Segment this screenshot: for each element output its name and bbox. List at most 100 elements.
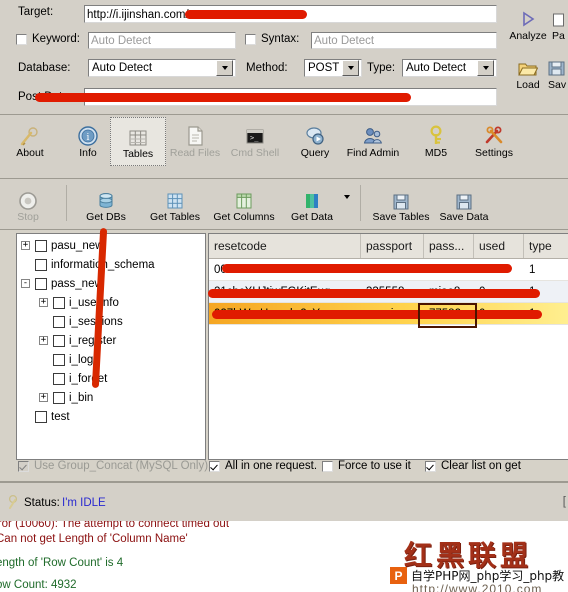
load-button[interactable]: Load — [505, 57, 551, 91]
tree-node-checkbox[interactable] — [53, 372, 65, 385]
option-all-in-one-request[interactable]: All in one request. — [209, 460, 317, 472]
toolbar-item-info[interactable]: i Info — [60, 119, 116, 159]
action-get-columns[interactable]: Get Columns — [208, 183, 280, 223]
tree-node-checkbox[interactable] — [35, 410, 47, 423]
toolbar-item-settings[interactable]: Settings — [466, 119, 522, 159]
action-get-data[interactable]: Get Data — [282, 183, 342, 223]
info-icon: i — [60, 119, 116, 147]
target-label: Target: — [18, 6, 54, 18]
expand-icon[interactable]: + — [39, 336, 48, 345]
option-force-to-use-it[interactable]: Force to use it — [322, 460, 411, 472]
floppy-icon — [434, 183, 494, 211]
watermark: 红黑联盟 P 自学PHP网_php学习_php教 http://www.2010… — [390, 536, 566, 592]
database-tree[interactable]: +pasu_newinformation_schema-pass_new + i_u… — [16, 233, 206, 460]
toolbar-item-find-admin[interactable]: Find Admin — [345, 119, 401, 159]
tree-node[interactable]: information_schema — [17, 255, 205, 274]
tree-node-checkbox[interactable] — [53, 391, 65, 404]
paste-button[interactable]: Pa — [552, 8, 568, 42]
grid-column-header[interactable]: passport — [361, 234, 424, 258]
use-group-concat-checkbox[interactable] — [18, 460, 29, 472]
action-stop[interactable]: Stop — [2, 183, 54, 223]
document-icon — [167, 119, 223, 147]
analyze-button[interactable]: Analyze — [505, 8, 551, 42]
type-value: Auto Detect — [406, 62, 467, 74]
tree-node-checkbox[interactable] — [53, 315, 65, 328]
toolbar-item-query[interactable]: Query — [287, 119, 343, 159]
all-in-one-request-checkbox[interactable] — [209, 460, 220, 472]
action-label-get-data: Get Data — [290, 211, 334, 223]
keyword-checkbox[interactable] — [16, 33, 27, 45]
tree-node-label: test — [51, 410, 70, 423]
log-line: Can not get Length of 'Column Name' — [0, 533, 188, 545]
syntax-checkbox[interactable] — [245, 33, 256, 45]
action-save-tables[interactable]: Save Tables — [368, 183, 434, 223]
syntax-input[interactable]: Auto Detect — [311, 32, 497, 49]
expand-icon[interactable]: + — [21, 241, 30, 250]
havij-sql-tool-window: Target: http://i.ijinshan.com/r Keyword:… — [0, 0, 568, 592]
tree-node[interactable]: test — [17, 407, 205, 426]
tree-node[interactable]: i_log — [17, 350, 205, 369]
toolbar-item-read-files[interactable]: Read Files — [167, 119, 223, 159]
clear-list-on-get-checkbox[interactable] — [425, 460, 436, 472]
database-label: Database: — [18, 62, 71, 74]
chevron-down-icon[interactable] — [342, 60, 359, 76]
tree-node[interactable]: + i_register — [17, 331, 205, 350]
chevron-down-icon[interactable] — [216, 60, 233, 76]
stop-icon — [2, 183, 54, 211]
grid-header-row: resetcode passport pass... used type — [209, 234, 568, 259]
expand-icon[interactable]: + — [39, 393, 48, 402]
about-icon — [2, 119, 58, 147]
toolbar-item-cmd-shell[interactable]: >_ Cmd Shell — [227, 119, 283, 159]
tree-node[interactable]: + i_userinfo — [17, 293, 205, 312]
tree-node[interactable]: i_sessions — [17, 312, 205, 331]
force-to-use-it-checkbox[interactable] — [322, 460, 333, 472]
grid-column-header[interactable]: used — [474, 234, 524, 258]
action-save-data[interactable]: Save Data — [434, 183, 494, 223]
svg-text:i: i — [87, 133, 90, 143]
toolbar-item-tables[interactable]: Tables — [110, 117, 166, 166]
tree-node-checkbox[interactable] — [35, 239, 47, 252]
log-output[interactable]: rror (10060): The attempt to connect tim… — [0, 521, 568, 592]
grid-cell[interactable]: 1 — [524, 264, 568, 276]
collapse-icon[interactable]: - — [21, 279, 30, 288]
tree-node[interactable]: - pass_new — [17, 274, 205, 293]
type-select[interactable]: Auto Detect — [402, 59, 497, 77]
tree-node-label: i_log — [69, 353, 94, 366]
tree-node[interactable]: i_forget — [17, 369, 205, 388]
option-use-group-concat[interactable]: Use Group_Concat (MySQL Only) — [18, 460, 208, 472]
action-label-save-data: Save Data — [439, 211, 489, 223]
method-select[interactable]: POST — [304, 59, 362, 77]
chevron-down-icon[interactable] — [477, 60, 494, 76]
toolbar-item-md5[interactable]: MD5 — [408, 119, 464, 159]
tree-node-checkbox[interactable] — [53, 353, 65, 366]
tree-node-label: i_bin — [69, 391, 94, 404]
action-get-dbs[interactable]: Get DBs — [78, 183, 134, 223]
floppy-save-icon — [548, 57, 568, 79]
expand-icon[interactable]: + — [39, 298, 48, 307]
tree-node-label: i_userinfo — [69, 296, 119, 309]
option-clear-list-on-get[interactable]: Clear list on get — [425, 460, 521, 472]
get-data-dropdown-arrow[interactable] — [344, 195, 350, 211]
database-icon — [78, 183, 134, 211]
watermark-url: http://www.2010.com — [412, 582, 543, 592]
tree-node-checkbox[interactable] — [53, 334, 65, 347]
toolbar-label-cmd-shell: Cmd Shell — [230, 147, 280, 159]
action-get-tables[interactable]: Get Tables — [142, 183, 208, 223]
keyword-input[interactable]: Auto Detect — [88, 32, 236, 49]
grid-column-header[interactable]: resetcode — [209, 234, 361, 258]
tree-node-checkbox[interactable] — [35, 258, 47, 271]
analyze-label: Analyze — [509, 30, 547, 42]
redaction-mark — [212, 310, 542, 319]
tree-node[interactable]: + pasu_new — [17, 236, 205, 255]
toolbar-item-about[interactable]: About — [2, 119, 58, 159]
tools-icon — [466, 119, 522, 147]
database-select[interactable]: Auto Detect — [88, 59, 236, 77]
tree-node-checkbox[interactable] — [35, 277, 47, 290]
grid-column-header[interactable]: pass... — [424, 234, 474, 258]
save-button[interactable]: Sav — [548, 57, 568, 91]
grid-column-header[interactable]: type — [524, 234, 568, 258]
tree-node-checkbox[interactable] — [53, 296, 65, 309]
tree-node[interactable]: + i_bin — [17, 388, 205, 407]
syntax-label: Syntax: — [261, 33, 300, 45]
user-admin-icon — [345, 119, 401, 147]
